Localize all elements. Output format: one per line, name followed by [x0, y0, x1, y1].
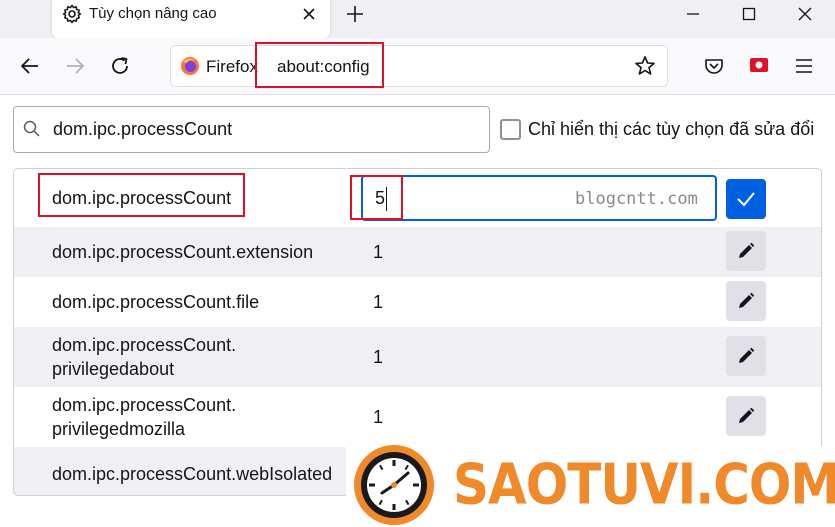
reload-icon[interactable]	[109, 55, 131, 77]
pref-name-line2: privilegedmozilla	[52, 419, 186, 439]
close-window-icon[interactable]	[793, 2, 817, 26]
tab-advanced-preferences[interactable]: Tùy chọn nâng cao	[52, 0, 330, 38]
clock-logo-icon	[354, 445, 434, 525]
pref-name: dom.ipc.processCount.extension	[52, 242, 314, 262]
gear-icon	[62, 4, 82, 24]
tab-title: Tùy chọn nâng cao	[89, 5, 217, 22]
edit-button[interactable]	[726, 231, 766, 271]
pref-name-line2: privilegedabout	[52, 359, 175, 379]
save-button[interactable]	[726, 179, 766, 219]
maximize-icon[interactable]	[737, 2, 761, 26]
pencil-icon	[739, 292, 755, 308]
search-icon	[23, 120, 40, 137]
edit-button[interactable]	[726, 281, 766, 321]
pref-row: dom.ipc.processCount.file 1	[14, 277, 821, 327]
show-modified-label: Chỉ hiển thị các tùy chọn đã sửa đổi	[528, 119, 815, 139]
pencil-icon	[739, 347, 755, 363]
show-modified-checkbox[interactable]	[500, 119, 521, 140]
search-value[interactable]: dom.ipc.processCount	[53, 119, 232, 140]
pref-value: 1	[373, 347, 384, 367]
checkmark-icon	[737, 192, 755, 207]
pref-name: dom.ipc.processCount. privilegedmozilla	[52, 393, 236, 441]
watermark-saotuvi: SAOTUVI.COM	[453, 452, 835, 517]
pref-value: 1	[373, 407, 384, 427]
back-icon[interactable]	[19, 55, 41, 77]
pencil-icon	[739, 242, 755, 258]
pref-row: dom.ipc.processCount.extension 1	[14, 227, 821, 277]
pref-name-line1: dom.ipc.processCount.	[52, 395, 237, 415]
pref-row: dom.ipc.processCount. privilegedmozilla …	[14, 387, 821, 447]
pref-name-line1: dom.ipc.processCount.	[52, 335, 237, 355]
bookmark-star-icon[interactable]	[633, 54, 657, 78]
forward-icon[interactable]	[64, 55, 86, 77]
pref-value: 1	[373, 242, 384, 262]
highlight-box-pref-name	[38, 173, 245, 217]
pref-value: 1	[373, 292, 384, 312]
firefox-logo-icon[interactable]	[180, 56, 200, 76]
watermark-blogcntt: blogcntt.com	[575, 189, 698, 209]
highlight-box-pref-value	[350, 175, 403, 220]
extension-icon[interactable]	[749, 56, 769, 74]
identity-label: Firefox	[206, 57, 258, 76]
highlight-box-url	[255, 42, 384, 88]
pref-name: dom.ipc.processCount.file	[52, 292, 260, 312]
edit-button[interactable]	[726, 336, 766, 376]
minimize-icon[interactable]	[681, 2, 705, 26]
pencil-icon	[739, 407, 755, 423]
pref-name: dom.ipc.processCount. privilegedabout	[52, 333, 236, 381]
hamburger-menu-icon[interactable]	[793, 55, 815, 77]
pref-name: dom.ipc.processCount.webIsolated	[52, 464, 333, 484]
new-tab-icon[interactable]	[343, 2, 367, 26]
close-icon[interactable]	[299, 4, 319, 24]
pocket-icon[interactable]	[703, 55, 725, 77]
pref-row: dom.ipc.processCount. privilegedabout 1	[14, 327, 821, 387]
edit-button[interactable]	[726, 396, 766, 436]
